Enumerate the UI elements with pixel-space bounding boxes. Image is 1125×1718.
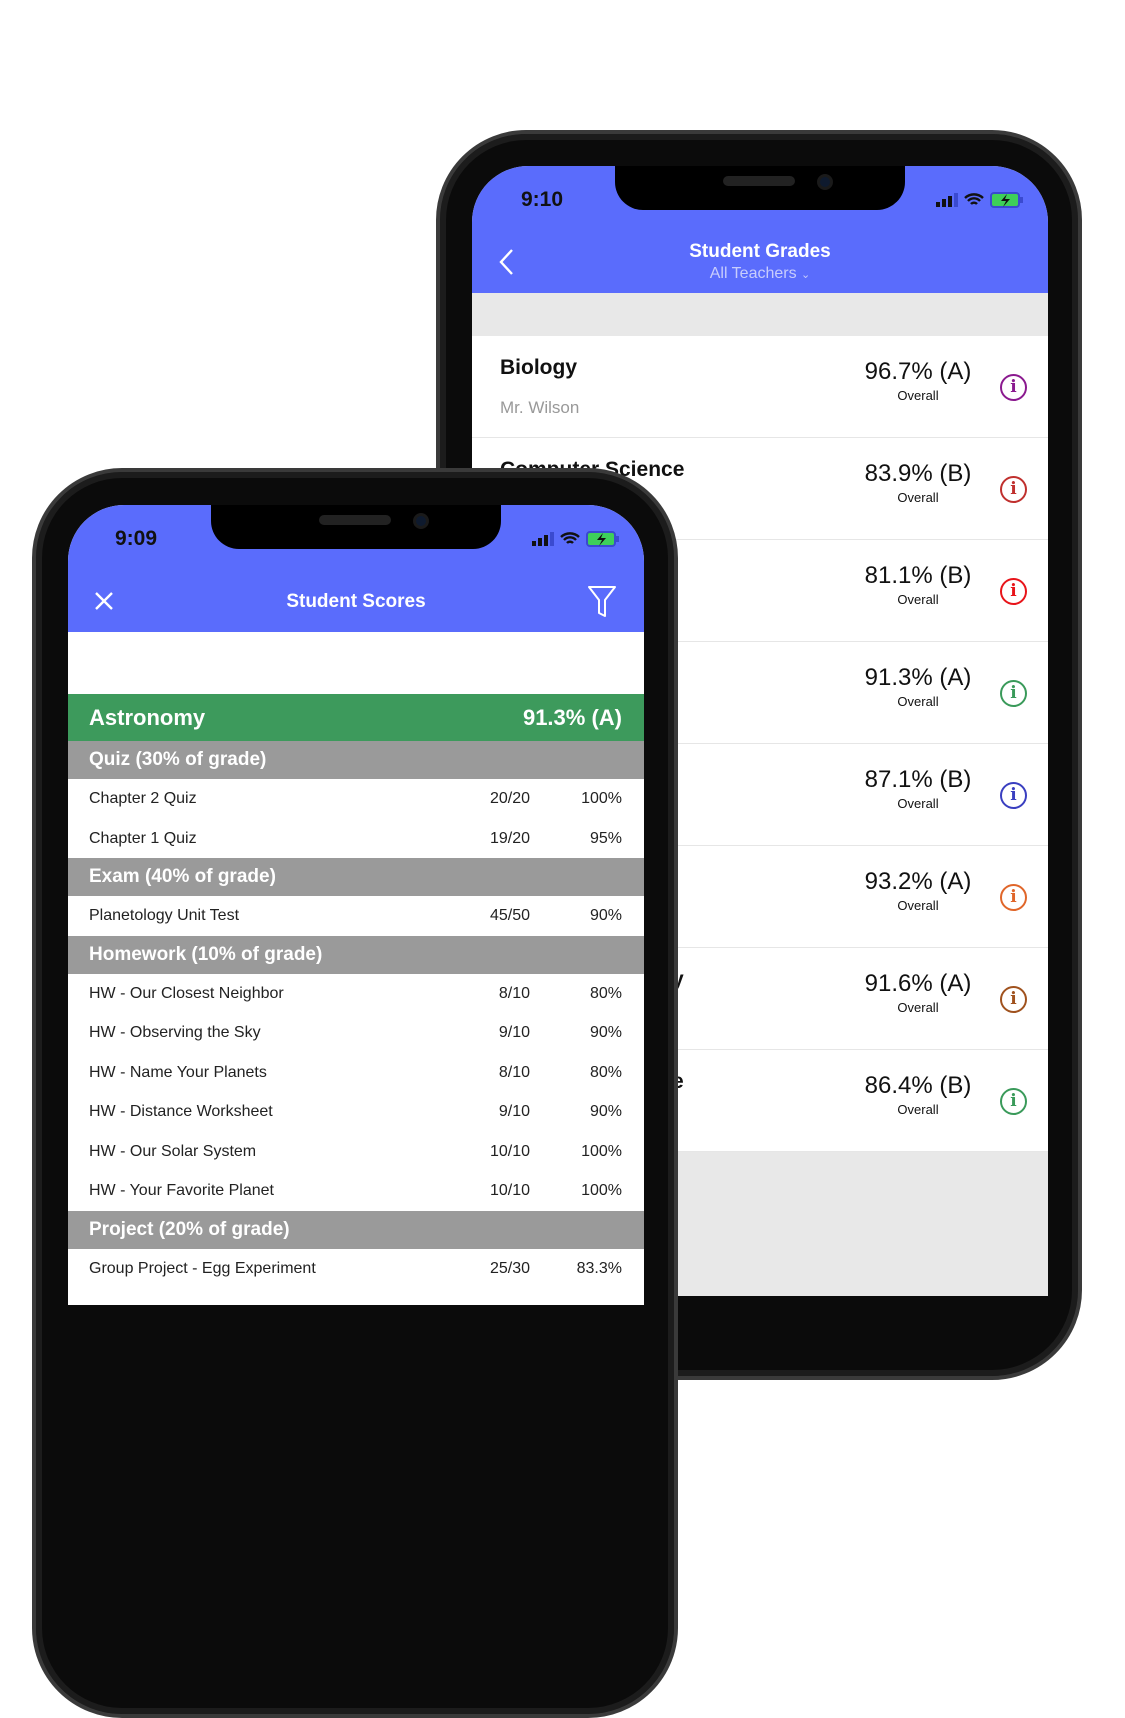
grade-label: Overall [897, 1102, 939, 1117]
assignment-score: 9/10 [498, 1024, 530, 1041]
grade-label: Overall [897, 388, 939, 403]
teacher-filter-label: All Teachers [709, 265, 797, 282]
status-icons [532, 531, 620, 547]
assignment-percent: 100% [581, 1182, 622, 1199]
score-row[interactable]: HW - Our Solar System 10/10 100% [68, 1131, 644, 1172]
course-grade: 96.7% (A) [864, 358, 972, 385]
grade-label: Overall [897, 1000, 939, 1015]
info-icon[interactable]: i [1000, 476, 1027, 503]
course-name: Biology [500, 356, 577, 379]
course-grade: 91.6% (A) [864, 970, 972, 997]
score-row[interactable]: Group Project - Egg Experiment 25/30 83.… [68, 1248, 644, 1289]
assignment-name: HW - Observing the Sky [89, 1024, 261, 1041]
wifi-icon [560, 532, 580, 544]
assignment-name: HW - Name Your Planets [89, 1063, 267, 1081]
teacher-name: Mr. Wilson [500, 398, 580, 417]
grade-label: Overall [897, 694, 939, 709]
assignment-percent: 90% [589, 1103, 622, 1120]
info-icon[interactable]: i [1000, 1088, 1027, 1115]
assignment-percent: 100% [581, 1142, 622, 1160]
grade-label: Overall [897, 592, 939, 607]
assignment-name: Chapter 2 Quiz [89, 790, 197, 807]
category-header: Quiz (30% of grade) [68, 741, 644, 779]
score-row[interactable]: HW - Distance Worksheet 9/10 90% [68, 1092, 644, 1132]
score-row[interactable]: HW - Observing the Sky 9/10 90% [68, 1013, 644, 1053]
info-icon[interactable]: i [1000, 986, 1027, 1013]
battery-charging-icon [990, 192, 1023, 208]
info-icon[interactable]: i [1000, 374, 1027, 401]
assignment-percent: 90% [589, 1024, 622, 1041]
assignment-score: 45/50 [489, 907, 530, 924]
course-name: Astronomy [89, 705, 206, 730]
assignment-name: HW - Our Closest Neighbor [89, 984, 284, 1002]
course-grade: 91.3% (A) [522, 705, 622, 730]
assignment-name: HW - Your Favorite Planet [89, 1182, 274, 1199]
assignment-score: 8/10 [498, 984, 530, 1002]
grade-label: Overall [897, 898, 939, 913]
battery-charging-icon [586, 531, 619, 547]
assignment-score: 25/30 [489, 1259, 530, 1277]
assignment-score: 19/20 [489, 829, 530, 847]
notch [211, 505, 501, 549]
info-icon[interactable]: i [1000, 884, 1027, 911]
teacher-filter-dropdown[interactable]: All Teachers ⌄ [472, 265, 1048, 283]
course-grade: 86.4% (B) [864, 1072, 972, 1099]
category-header: Homework (10% of grade) [68, 935, 644, 974]
assignment-name: HW - Distance Worksheet [89, 1103, 273, 1120]
notch [615, 166, 905, 210]
assignment-name: HW - Our Solar System [89, 1142, 257, 1160]
course-grade: 91.3% (A) [864, 664, 972, 691]
assignment-score: 10/10 [489, 1142, 530, 1160]
assignment-name: Chapter 1 Quiz [89, 829, 197, 847]
front-phone-screen: 9:09 Student Scores Astronomy 91.3% (A) … [68, 505, 644, 1305]
status-time: 9:10 [521, 188, 564, 211]
assignment-percent: 90% [589, 907, 622, 924]
assignment-score: 8/10 [498, 1063, 530, 1081]
category-header: Project (20% of grade) [68, 1210, 644, 1249]
status-time: 9:09 [115, 527, 158, 550]
assignment-percent: 95% [589, 829, 622, 847]
info-icon[interactable]: i [1000, 782, 1027, 809]
grade-label: Overall [897, 490, 939, 505]
assignment-percent: 80% [589, 984, 622, 1002]
score-row[interactable]: HW - Our Closest Neighbor 8/10 80% [68, 973, 644, 1014]
info-icon[interactable]: i [1000, 680, 1027, 707]
score-row[interactable]: Chapter 2 Quiz 20/20 100% [68, 779, 644, 819]
page-title: Student Grades [689, 241, 831, 262]
signal-icon [936, 193, 958, 207]
assignment-name: Group Project - Egg Experiment [89, 1259, 316, 1277]
assignment-score: 20/20 [489, 790, 530, 807]
chevron-down-icon: ⌄ [801, 269, 811, 281]
grade-label: Overall [897, 796, 939, 811]
signal-icon [532, 532, 554, 546]
course-grade: 83.9% (B) [864, 460, 972, 487]
score-row[interactable]: HW - Name Your Planets 8/10 80% [68, 1052, 644, 1093]
score-row[interactable]: Chapter 1 Quiz 19/20 95% [68, 818, 644, 859]
assignment-score: 9/10 [498, 1103, 530, 1120]
filter-icon[interactable] [588, 586, 616, 618]
score-row[interactable]: Planetology Unit Test 45/50 90% [68, 896, 644, 936]
assignment-name: Planetology Unit Test [89, 907, 240, 924]
page-title: Student Scores [286, 591, 426, 612]
wifi-icon [964, 193, 984, 205]
score-row[interactable]: HW - Your Favorite Planet 10/10 100% [68, 1171, 644, 1211]
category-header: Exam (40% of grade) [68, 858, 644, 896]
assignment-score: 10/10 [489, 1182, 530, 1199]
course-banner: Astronomy 91.3% (A) [68, 694, 644, 741]
assignment-percent: 100% [581, 790, 622, 807]
course-grade: 87.1% (B) [864, 766, 972, 793]
course-grade: 81.1% (B) [864, 562, 972, 589]
assignment-percent: 80% [589, 1063, 622, 1081]
assignment-percent: 83.3% [576, 1259, 622, 1277]
status-icons [936, 192, 1024, 208]
info-icon[interactable]: i [1000, 578, 1027, 605]
course-grade: 93.2% (A) [864, 868, 972, 895]
course-row[interactable]: Biology Mr. Wilson 96.7% (A) Overall i [472, 336, 1048, 438]
